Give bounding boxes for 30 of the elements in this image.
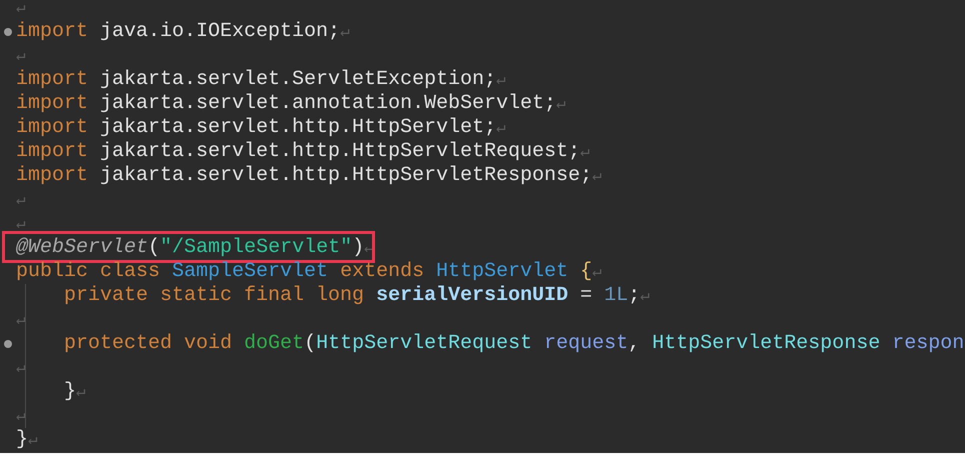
code-line: private static final long serialVersionUID = 1L;: [63, 284, 640, 308]
code-line: }: [16, 428, 28, 452]
fold-marker-icon[interactable]: [4, 340, 12, 348]
code-line: import jakarta.servlet.http.HttpServletRequest;: [16, 140, 580, 164]
line-break-marker: ↵: [76, 382, 86, 403]
code-line: }: [63, 380, 76, 404]
line-break-marker: ↵: [592, 166, 602, 187]
line-break-marker: ↵: [16, 310, 26, 331]
line-break-marker: ↵: [556, 94, 566, 115]
line-break-marker: ↵: [580, 142, 590, 163]
line-break-marker: ↵: [16, 406, 26, 427]
line-break-marker: ↵: [16, 0, 26, 19]
line-break-marker: ↵: [16, 190, 26, 211]
line-break-marker: ↵: [340, 22, 350, 43]
line-break-marker: ↵: [496, 118, 506, 139]
fold-marker-icon[interactable]: [4, 28, 12, 36]
code-line: import jakarta.servlet.http.HttpServlet;: [16, 116, 496, 140]
code-line: protected void doGet(HttpServletRequest request, HttpServletResponse respon: [63, 332, 964, 356]
code-line: import jakarta.servlet.annotation.WebServlet;: [16, 92, 556, 116]
line-break-marker: ↵: [640, 286, 650, 307]
line-break-marker: ↵: [16, 214, 26, 235]
line-break-marker: ↵: [592, 262, 602, 283]
code-line: public class SampleServlet extends HttpServlet {: [16, 260, 592, 284]
code-line: import jakarta.servlet.http.HttpServletResponse;: [16, 164, 592, 188]
line-break-marker: ↵: [28, 430, 38, 451]
code-line: import jakarta.servlet.ServletException;: [16, 68, 496, 92]
line-break-marker: ↵: [496, 70, 506, 91]
line-break-marker: ↵: [16, 46, 26, 67]
line-break-marker: ↵: [16, 358, 26, 379]
code-line: import java.io.IOException;: [16, 20, 340, 44]
